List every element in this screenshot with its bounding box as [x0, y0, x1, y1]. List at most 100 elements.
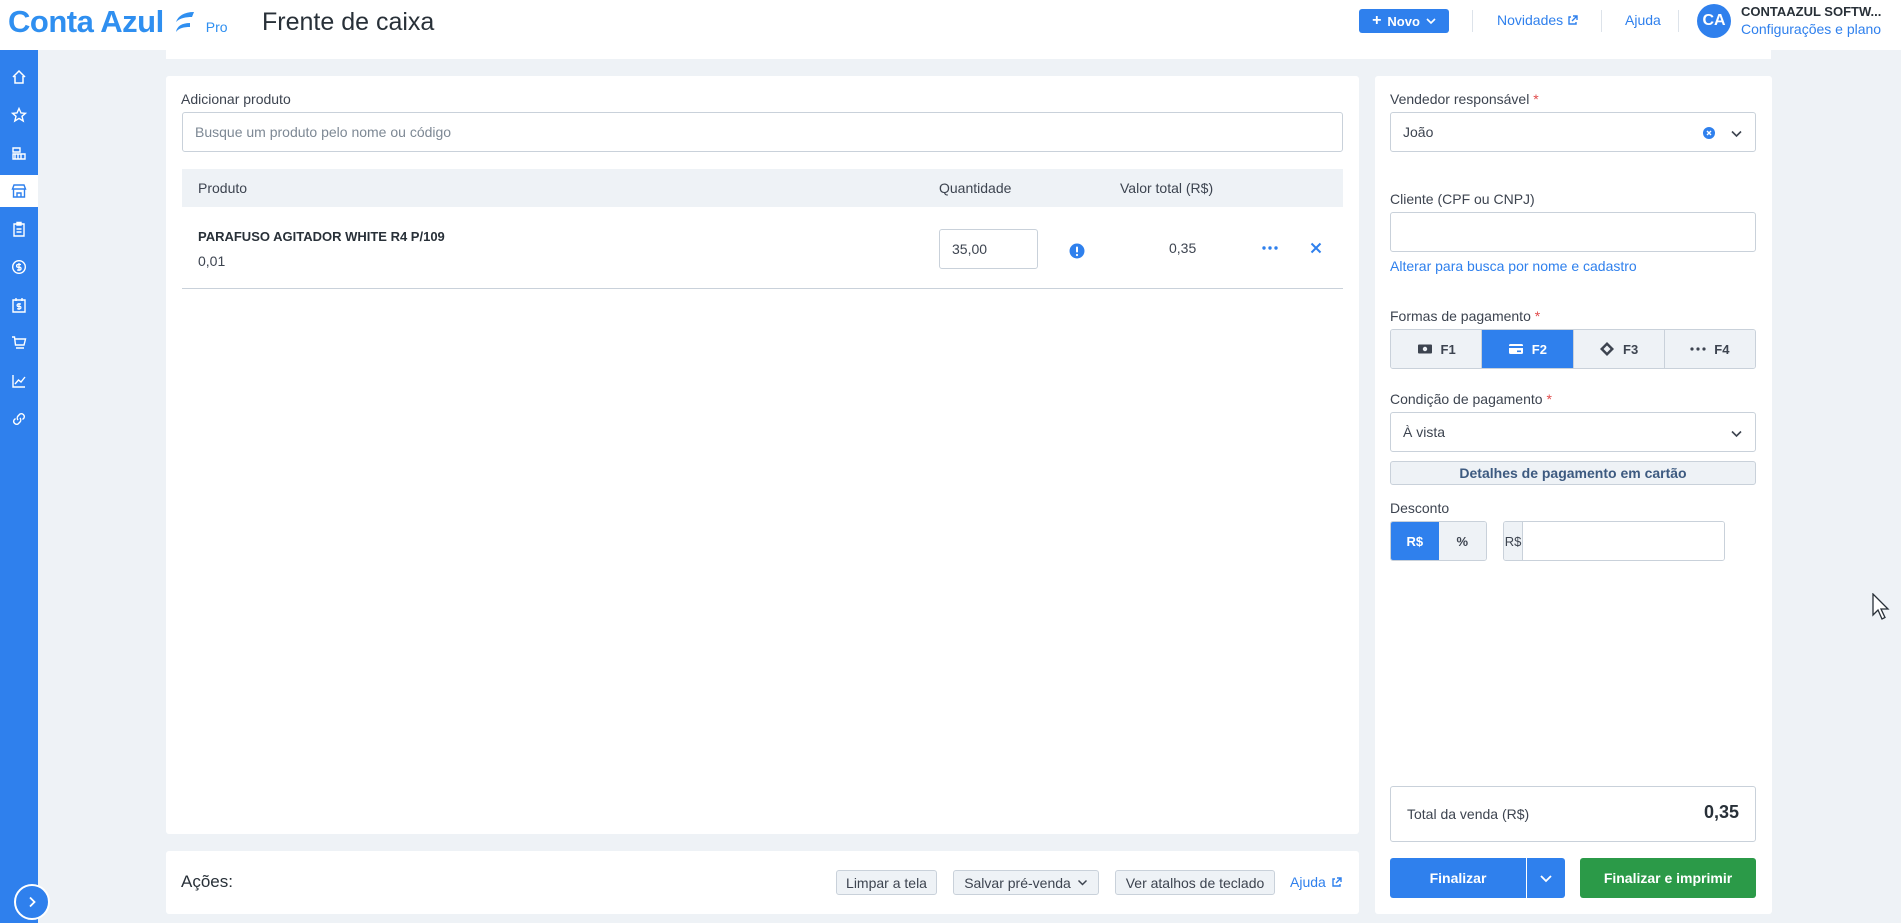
payment-method-f4[interactable]: F4	[1664, 330, 1755, 368]
cart-icon	[12, 336, 27, 349]
mouse-cursor-icon	[1872, 593, 1890, 620]
discount-type-toggle: R$ %	[1390, 521, 1487, 561]
chevron-down-icon	[1077, 879, 1087, 886]
header-divider	[1601, 10, 1602, 32]
payment-method-f3[interactable]: F3	[1573, 330, 1665, 368]
seller-label-text: Vendedor responsável	[1390, 91, 1530, 107]
product-total: 0,35	[1169, 240, 1197, 256]
seller-value: João	[1403, 124, 1434, 140]
sidebar-item-home[interactable]	[0, 61, 38, 93]
pix-icon	[1600, 342, 1615, 356]
card-icon	[1508, 344, 1523, 354]
column-product: Produto	[198, 180, 248, 196]
card-payment-details-button[interactable]: Detalhes de pagamento em cartão	[1390, 461, 1756, 485]
chevron-right-icon	[29, 896, 36, 908]
bank-icon	[12, 147, 26, 160]
products-table-header: Produto Quantidade Valor total (R$)	[182, 169, 1343, 207]
sidebar-item-store[interactable]	[0, 175, 38, 207]
keyboard-shortcuts-button[interactable]: Ver atalhos de teclado	[1115, 870, 1275, 895]
payment-condition-label: Condição de pagamento *	[1390, 391, 1552, 407]
payment-method-f1[interactable]: F1	[1391, 330, 1483, 368]
sidebar-item-reports[interactable]	[0, 365, 38, 397]
sale-total-label: Total da venda (R$)	[1407, 806, 1530, 822]
conta-azul-logo[interactable]: Conta Azul Pro	[8, 4, 228, 40]
sidebar-item-favorites[interactable]	[0, 99, 38, 131]
sidebar	[0, 50, 38, 923]
news-link[interactable]: Novidades	[1497, 12, 1578, 28]
finalize-button[interactable]: Finalizar	[1390, 858, 1526, 898]
sidebar-item-finance[interactable]	[0, 137, 38, 169]
avatar[interactable]: CA	[1697, 4, 1731, 38]
sidebar-expand-button[interactable]	[14, 884, 50, 920]
discount-input[interactable]	[1523, 522, 1724, 560]
actions-help-link[interactable]: Ajuda	[1290, 874, 1342, 890]
payment-methods-label-text: Formas de pagamento	[1390, 308, 1531, 324]
logo-mark-icon	[175, 12, 194, 32]
external-link-icon	[1332, 876, 1342, 887]
required-marker: *	[1533, 91, 1539, 107]
discount-prefix: R$	[1504, 522, 1523, 560]
column-quantity: Quantidade	[939, 180, 1012, 196]
store-icon	[11, 184, 27, 198]
table-row: PARAFUSO AGITADOR WHITE R4 P/109 0,01 0,…	[182, 207, 1343, 289]
home-icon	[12, 69, 26, 84]
payment-method-f2[interactable]: F2	[1482, 330, 1574, 368]
required-marker: *	[1534, 308, 1541, 324]
save-presale-button[interactable]: Salvar pré-venda	[953, 870, 1099, 895]
clear-selection-icon[interactable]	[1703, 127, 1715, 139]
header-divider	[1678, 10, 1679, 32]
finalize-options-button[interactable]	[1527, 858, 1565, 898]
logo-pro-badge: Pro	[205, 19, 228, 35]
actions-label: Ações:	[181, 872, 233, 891]
client-label: Cliente (CPF ou CNPJ)	[1390, 191, 1535, 207]
sidebar-item-orders[interactable]	[0, 213, 38, 245]
cash-icon	[1417, 344, 1432, 354]
quantity-input[interactable]	[939, 229, 1038, 269]
plan-settings-link[interactable]: Configurações e plano	[1741, 21, 1881, 37]
remove-item-icon[interactable]	[1310, 242, 1322, 254]
sidebar-item-billing[interactable]	[0, 289, 38, 321]
payment-method-f2-label: F2	[1531, 341, 1547, 357]
payment-condition-select[interactable]: À vista	[1390, 412, 1756, 452]
actions-help-label: Ajuda	[1290, 874, 1326, 890]
more-icon	[1690, 347, 1706, 351]
product-search-input[interactable]	[182, 112, 1343, 152]
news-link-label: Novidades	[1497, 12, 1564, 28]
page-title: Frente de caixa	[262, 8, 435, 36]
product-name: PARAFUSO AGITADOR WHITE R4 P/109	[198, 229, 445, 244]
discount-amount-field: R$	[1503, 521, 1725, 561]
new-button-label: Novo	[1387, 13, 1420, 29]
sale-total-value: 0,35	[1703, 802, 1739, 822]
plus-icon: +	[1372, 12, 1382, 29]
payment-method-f1-label: F1	[1440, 341, 1456, 357]
alert-icon[interactable]	[1069, 243, 1085, 259]
sale-total-box: Total da venda (R$) 0,35	[1390, 786, 1756, 842]
sidebar-item-payments[interactable]	[0, 251, 38, 283]
chevron-down-icon	[1731, 130, 1742, 138]
new-button[interactable]: + Novo	[1359, 9, 1449, 33]
sidebar-item-integrations[interactable]	[0, 403, 38, 435]
payment-methods-label: Formas de pagamento *	[1390, 308, 1540, 324]
seller-select[interactable]: João	[1390, 112, 1756, 152]
sidebar-item-purchases[interactable]	[0, 327, 38, 359]
more-options-icon[interactable]	[1262, 245, 1278, 251]
star-icon	[11, 107, 27, 123]
client-document-input[interactable]	[1390, 212, 1756, 252]
chevron-down-icon	[1731, 430, 1742, 438]
payment-method-f3-label: F3	[1623, 341, 1639, 357]
discount-percent-option[interactable]: %	[1438, 522, 1486, 560]
required-marker: *	[1546, 391, 1552, 407]
column-total: Valor total (R$)	[1120, 180, 1214, 196]
payment-method-f4-label: F4	[1714, 341, 1730, 357]
chevron-down-icon	[1540, 875, 1552, 883]
add-product-label: Adicionar produto	[181, 91, 291, 107]
logo-text: Conta Azul	[8, 4, 164, 39]
client-search-mode-link[interactable]: Alterar para busca por nome e cadastro	[1390, 258, 1637, 274]
clear-screen-button[interactable]: Limpar a tela	[836, 870, 937, 895]
save-presale-label: Salvar pré-venda	[964, 874, 1071, 891]
finalize-and-print-button[interactable]: Finalizar e imprimir	[1580, 858, 1756, 898]
payment-methods-group: F1 F2 F3 F4	[1390, 329, 1756, 369]
top-header: Conta Azul Pro Frente de caixa + Novo No…	[0, 0, 1901, 50]
discount-currency-option[interactable]: R$	[1391, 522, 1439, 560]
help-link[interactable]: Ajuda	[1625, 12, 1661, 28]
